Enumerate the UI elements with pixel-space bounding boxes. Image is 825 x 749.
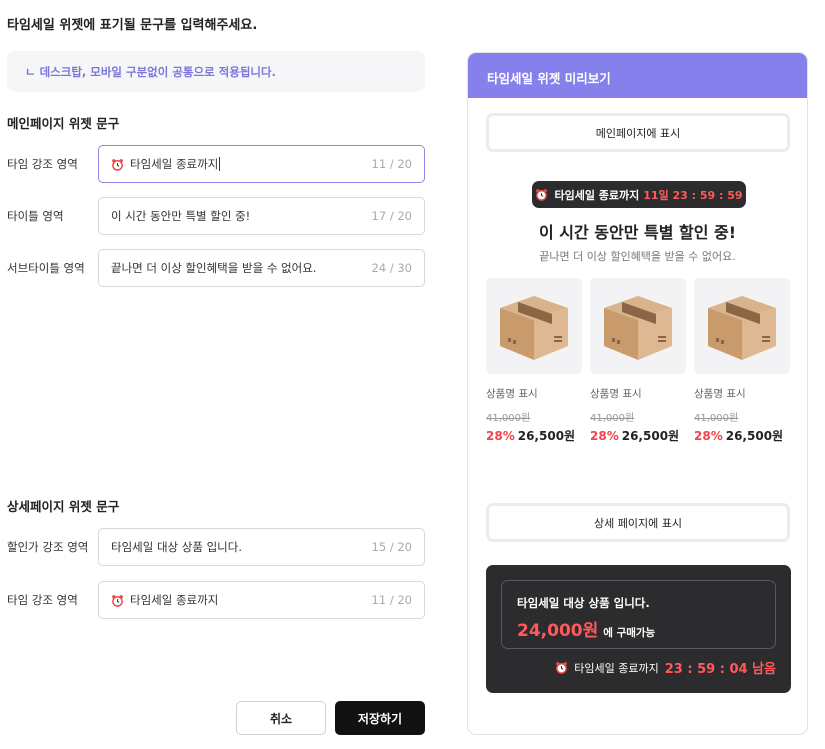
discount-rate: 28% bbox=[694, 429, 723, 443]
discount-emphasis-input[interactable]: 타임세일 대상 상품 입니다. 15 / 20 bbox=[98, 528, 425, 566]
preview-panel: 타임세일 위젯 미리보기 메인페이지에 표시 타임세일 종료까지 11일 23 … bbox=[467, 52, 808, 735]
field-label-discount-emphasis: 할인가 강조 영역 bbox=[7, 540, 89, 554]
discount-rate: 28% bbox=[486, 429, 515, 443]
sale-price: 26,500원 bbox=[725, 429, 784, 443]
char-count: 11 / 20 bbox=[371, 157, 412, 171]
original-price: 41,000원 bbox=[694, 413, 739, 424]
alarm-clock-icon bbox=[111, 158, 124, 171]
char-count: 11 / 20 bbox=[371, 593, 412, 607]
detail-price-box: 타임세일 대상 상품 입니다. 24,000원 에 구매가능 bbox=[501, 580, 776, 649]
main-section-title: 메인페이지 위젯 문구 bbox=[7, 116, 120, 131]
preview-subline: 끝나면 더 이상 할인혜택을 받을 수 없어요. bbox=[539, 250, 736, 263]
timer-text: 타임세일 종료까지 bbox=[554, 188, 640, 202]
product-thumbnail bbox=[694, 278, 790, 374]
time-emphasis-value: 타임세일 종료까지 bbox=[130, 157, 219, 171]
field-label-detail-time-emphasis: 타임 강조 영역 bbox=[7, 593, 78, 607]
product-thumbnail bbox=[486, 278, 582, 374]
char-count: 24 / 30 bbox=[371, 261, 412, 275]
preview-header: 타임세일 위젯 미리보기 bbox=[468, 53, 807, 98]
text-cursor bbox=[219, 157, 221, 171]
detail-timer-text: 타임세일 종료까지 bbox=[574, 661, 659, 675]
subtitle-input[interactable]: 끝나면 더 이상 할인혜택을 받을 수 없어요. 24 / 30 bbox=[98, 249, 425, 287]
discount-rate: 28% bbox=[590, 429, 619, 443]
sale-price: 26,500원 bbox=[517, 429, 576, 443]
alarm-clock-icon bbox=[555, 661, 568, 674]
detail-time-emphasis-input[interactable]: 타임세일 종료까지 11 / 20 bbox=[98, 581, 425, 619]
detail-title: 타임세일 대상 상품 입니다. bbox=[517, 596, 650, 610]
detail-buy-text: 에 구매가능 bbox=[603, 627, 656, 639]
save-button[interactable]: 저장하기 bbox=[335, 701, 425, 735]
product-card: 상품명 표시 41,000원 28% 26,500원 bbox=[694, 278, 790, 444]
detail-widget: 타임세일 대상 상품 입니다. 24,000원 에 구매가능 타임세일 종료까지… bbox=[486, 565, 791, 693]
title-value: 이 시간 동안만 특별 할인 중! bbox=[111, 209, 251, 223]
timer-badge: 타임세일 종료까지 11일 23 : 59 : 59 bbox=[532, 181, 746, 208]
subtitle-value: 끝나면 더 이상 할인혜택을 받을 수 없어요. bbox=[111, 261, 317, 275]
char-count: 17 / 20 bbox=[371, 209, 412, 223]
product-name: 상품명 표시 bbox=[694, 388, 746, 400]
detail-section-title: 상세페이지 위젯 문구 bbox=[7, 499, 120, 514]
page-title: 타임세일 위젯에 표기될 문구를 입력해주세요. bbox=[7, 18, 258, 33]
detail-time-emphasis-value: 타임세일 종료까지 bbox=[130, 593, 219, 607]
notice-box: ㄴ 데스크탑, 모바일 구분없이 공통으로 적용됩니다. bbox=[7, 51, 425, 92]
detail-timer-value: 23 : 59 : 04 남음 bbox=[664, 662, 776, 677]
preview-headline: 이 시간 동안만 특별 할인 중! bbox=[538, 223, 737, 242]
original-price: 41,000원 bbox=[486, 413, 531, 424]
field-label-time-emphasis: 타임 강조 영역 bbox=[7, 157, 78, 171]
alarm-clock-icon bbox=[535, 188, 548, 201]
time-emphasis-input[interactable]: 타임세일 종료까지 11 / 20 bbox=[98, 145, 425, 183]
product-name: 상품명 표시 bbox=[590, 388, 642, 400]
field-label-title: 타이틀 영역 bbox=[7, 209, 64, 223]
char-count: 15 / 20 bbox=[371, 540, 412, 554]
original-price: 41,000원 bbox=[590, 413, 635, 424]
detail-timer: 타임세일 종료까지 23 : 59 : 04 남음 bbox=[555, 658, 776, 677]
product-card: 상품명 표시 41,000원 28% 26,500원 bbox=[486, 278, 582, 444]
alarm-clock-icon bbox=[111, 594, 124, 607]
box-icon bbox=[604, 296, 672, 360]
product-card: 상품명 표시 41,000원 28% 26,500원 bbox=[590, 278, 686, 444]
detail-page-display-tab[interactable]: 상세 페이지에 표시 bbox=[486, 503, 790, 542]
cancel-button[interactable]: 취소 bbox=[236, 701, 326, 735]
discount-emphasis-value: 타임세일 대상 상품 입니다. bbox=[111, 540, 243, 554]
title-input[interactable]: 이 시간 동안만 특별 할인 중! 17 / 20 bbox=[98, 197, 425, 235]
main-page-display-tab[interactable]: 메인페이지에 표시 bbox=[486, 113, 790, 152]
field-label-subtitle: 서브타이틀 영역 bbox=[7, 261, 85, 275]
detail-amount: 24,000원 bbox=[517, 621, 599, 641]
timer-value: 11일 23 : 59 : 59 bbox=[643, 188, 743, 202]
product-name: 상품명 표시 bbox=[486, 388, 538, 400]
product-thumbnail bbox=[590, 278, 686, 374]
box-icon bbox=[708, 296, 776, 360]
box-icon bbox=[500, 296, 568, 360]
sale-price: 26,500원 bbox=[621, 429, 680, 443]
